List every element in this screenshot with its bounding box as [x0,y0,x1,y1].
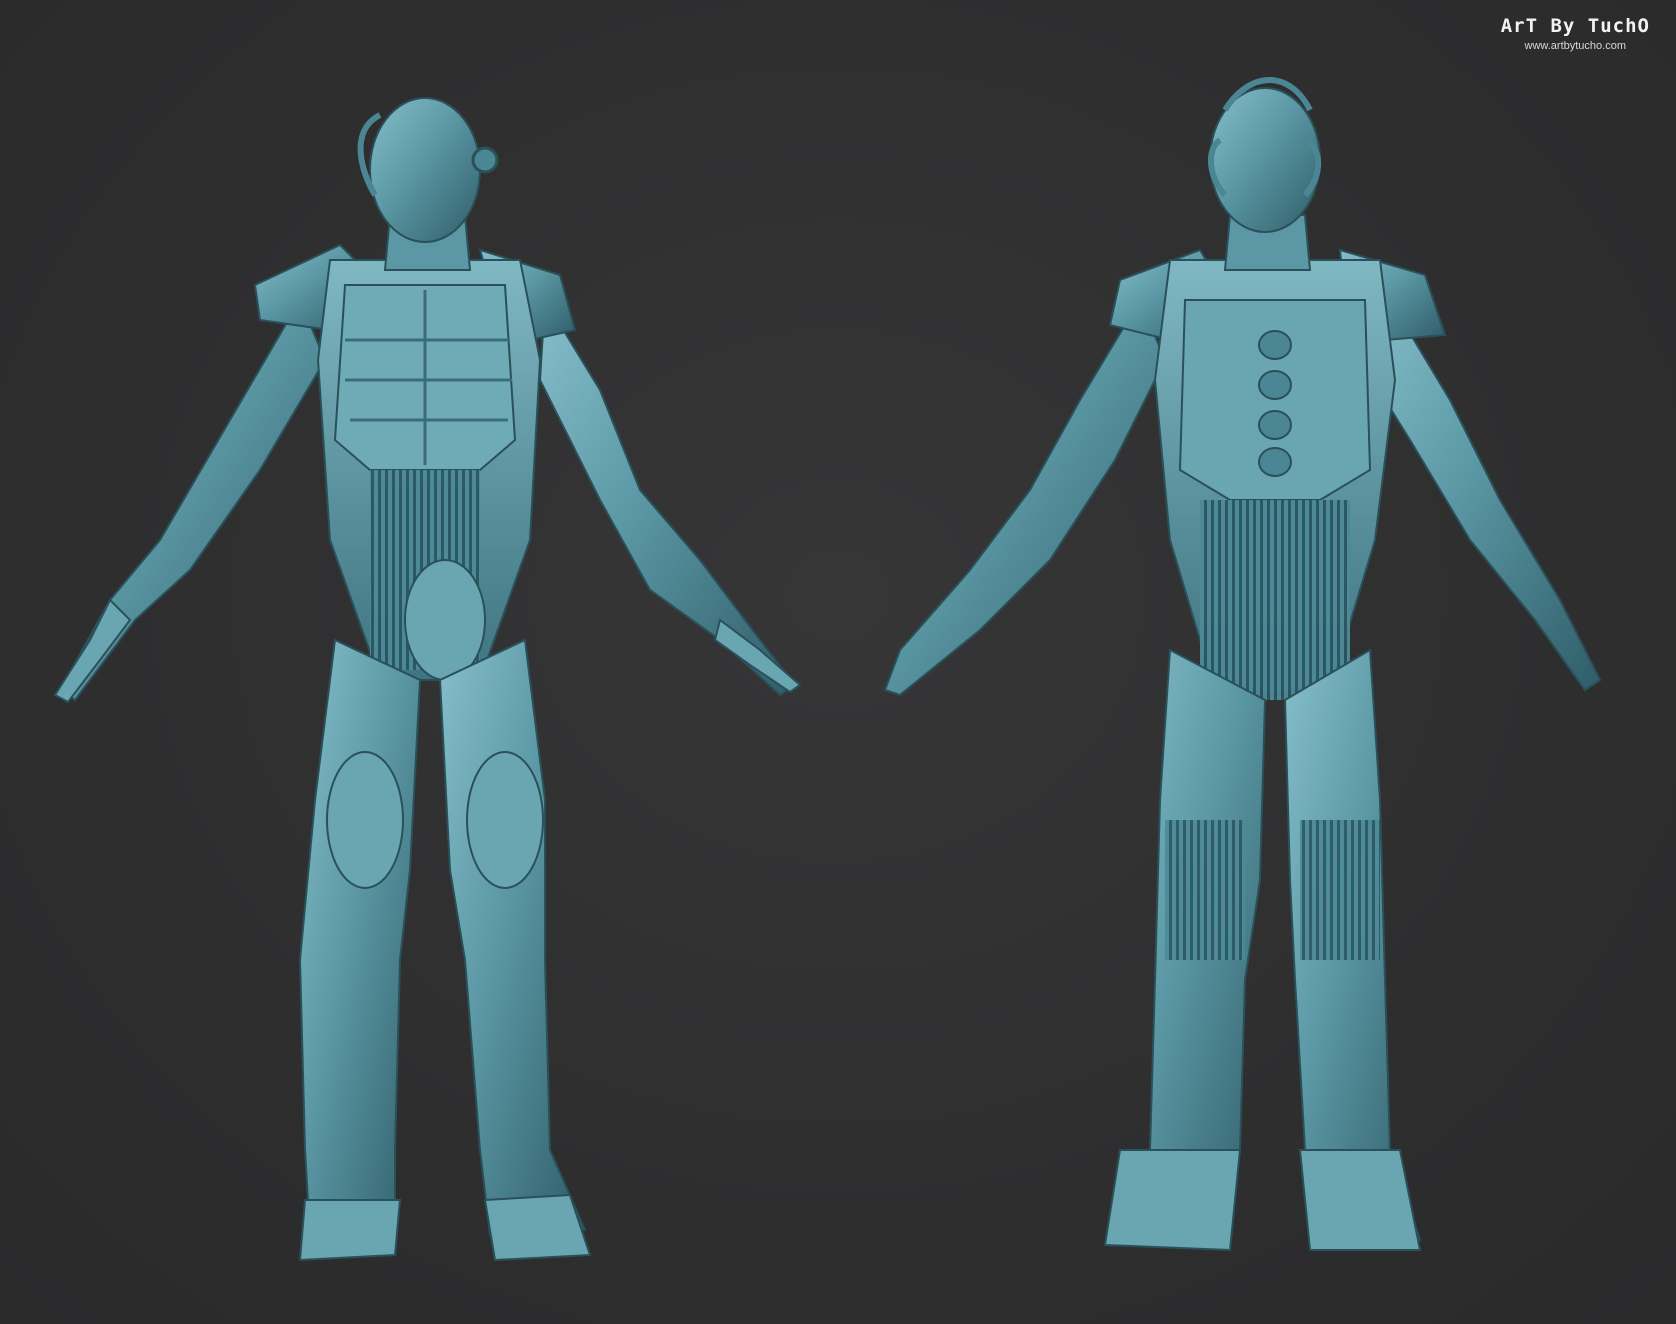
back-left-boot [1103,1149,1242,1252]
character-front-view [53,97,802,1262]
back-left-calf-cables [1165,820,1245,960]
back-left-arm [883,297,1167,697]
front-right-knee-pad [466,751,544,889]
back-lower-cables [1200,500,1350,700]
watermark-url: www.artbytucho.com [1524,40,1626,52]
front-left-leg [298,638,422,1237]
front-groin-plate [404,559,486,681]
front-right-arm [538,296,797,697]
front-right-foot [483,1193,592,1262]
sculpt-render [53,77,1602,1262]
watermark: ArT By TuchO www.artbytucho.com [1410,14,1650,68]
front-left-foot [298,1199,402,1262]
back-right-arm [1358,297,1602,692]
front-right-leg [438,638,587,1237]
watermark-logo: ArT By TuchO [1500,15,1650,37]
character-back-view [883,77,1602,1252]
front-left-hand [53,598,132,704]
front-left-knee-pad [326,751,404,889]
render-canvas: ArT By TuchO www.artbytucho.com [0,0,1676,1324]
front-eyepiece [471,146,499,174]
front-right-hand [713,618,802,694]
back-right-calf-cables [1300,820,1380,960]
front-head [369,97,481,243]
back-right-boot [1298,1149,1422,1251]
